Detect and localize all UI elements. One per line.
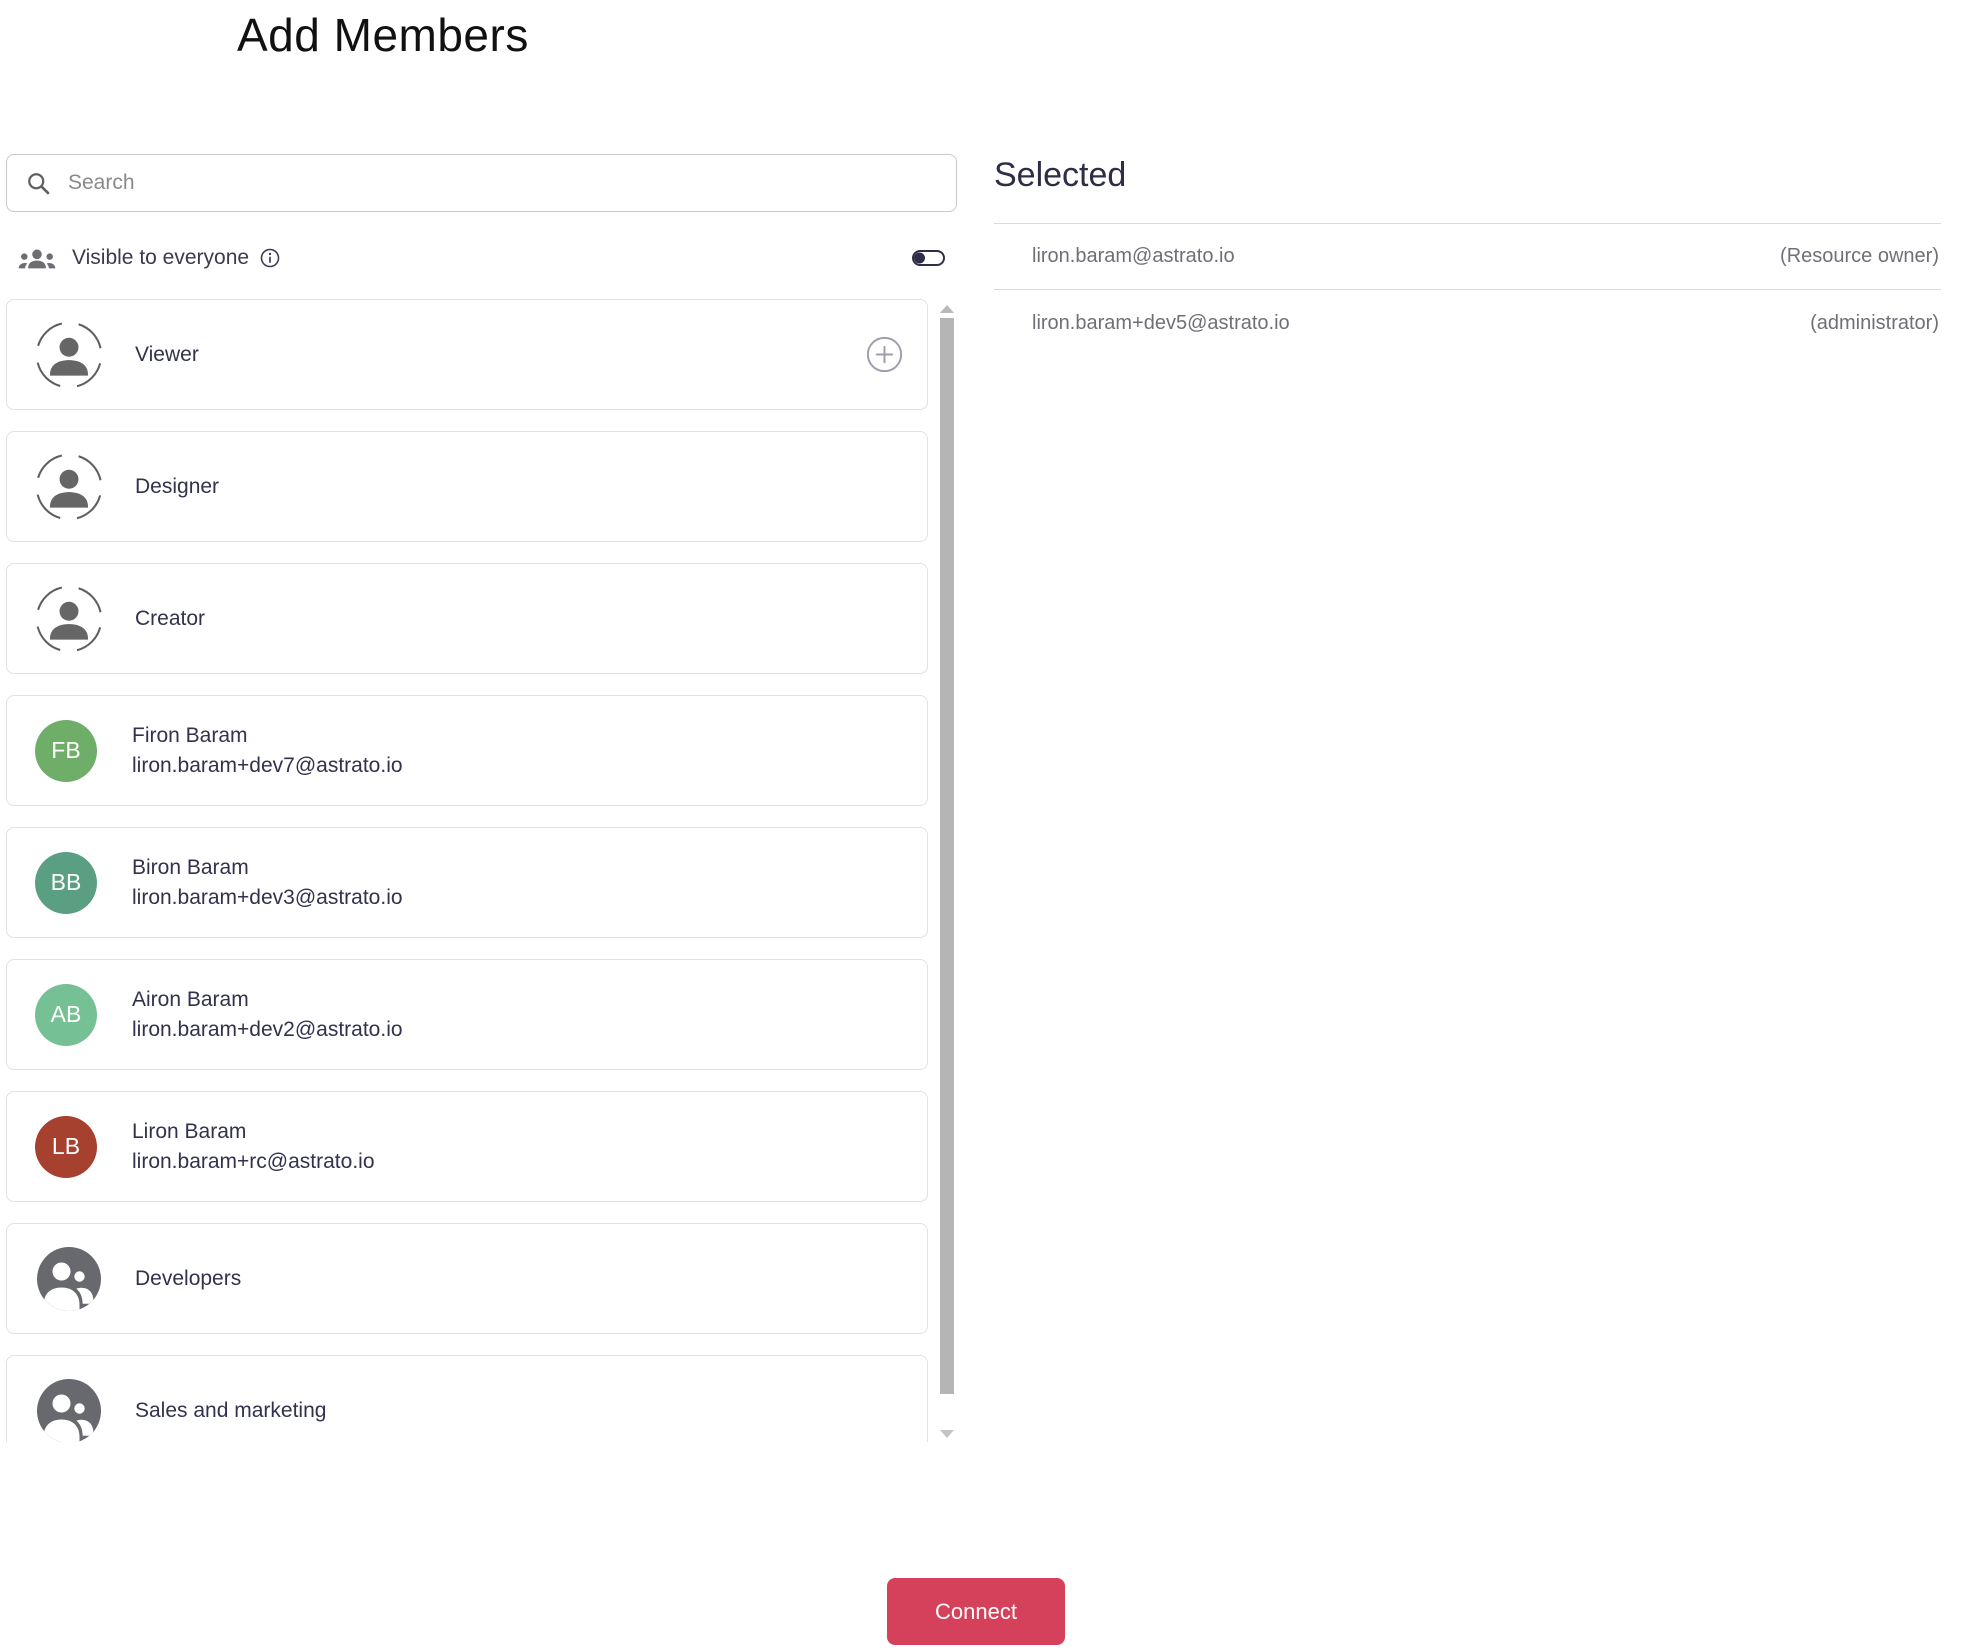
user-name: Airon Baram xyxy=(132,987,249,1011)
selected-panel: Selected liron.baram@astrato.io (Resourc… xyxy=(994,154,1941,356)
role-label: Designer xyxy=(135,474,220,498)
people-icon xyxy=(18,249,56,268)
selected-list: liron.baram@astrato.io (Resource owner) … xyxy=(994,223,1941,356)
avatar-initials: AB xyxy=(50,1001,82,1027)
scroll-up-arrow[interactable] xyxy=(940,305,954,313)
info-icon[interactable] xyxy=(259,247,281,269)
group-icon xyxy=(35,1246,103,1311)
list-item-user[interactable]: AB Airon Baram liron.baram+dev2@astrato.… xyxy=(6,959,928,1070)
list-scrollbar[interactable] xyxy=(940,299,954,1442)
avatar-initials: LB xyxy=(51,1133,81,1159)
list-item-group[interactable]: Sales and marketing xyxy=(6,1355,928,1442)
list-item-role-designer[interactable]: Designer xyxy=(6,431,928,542)
scrollbar-thumb[interactable] xyxy=(940,318,954,1394)
toggle-knob xyxy=(914,252,925,264)
avatar: BB xyxy=(35,851,97,914)
user-name: Biron Baram xyxy=(132,855,249,879)
connect-button[interactable]: Connect xyxy=(887,1578,1065,1645)
selected-row[interactable]: liron.baram@astrato.io (Resource owner) xyxy=(994,224,1941,290)
list-item-user[interactable]: BB Biron Baram liron.baram+dev3@astrato.… xyxy=(6,827,928,938)
user-name: Liron Baram xyxy=(132,1119,247,1143)
selected-email: liron.baram@astrato.io xyxy=(1032,245,1235,267)
visibility-toggle[interactable] xyxy=(912,250,945,266)
person-dashed-icon xyxy=(35,321,103,389)
search-input[interactable] xyxy=(68,171,938,195)
role-label: Viewer xyxy=(135,342,199,366)
page-title: Add Members xyxy=(237,9,529,61)
visibility-label: Visible to everyone xyxy=(72,246,250,269)
user-email: liron.baram+dev3@astrato.io xyxy=(132,885,403,909)
avatar: AB xyxy=(35,983,97,1046)
visibility-row: Visible to everyone xyxy=(6,244,957,272)
list-item-role-creator[interactable]: Creator xyxy=(6,563,928,674)
selected-row[interactable]: liron.baram+dev5@astrato.io (administrat… xyxy=(994,290,1941,356)
selected-role: (administrator) xyxy=(1810,311,1939,334)
selected-role: (Resource owner) xyxy=(1780,245,1939,267)
add-icon[interactable] xyxy=(866,336,903,373)
scroll-down-arrow[interactable] xyxy=(940,1430,954,1438)
user-name: Firon Baram xyxy=(132,723,248,747)
person-dashed-icon xyxy=(35,585,103,653)
avatar: LB xyxy=(35,1115,97,1178)
person-dashed-icon xyxy=(35,453,103,521)
list-item-user[interactable]: FB Firon Baram liron.baram+dev7@astrato.… xyxy=(6,695,928,806)
members-picker-panel: Visible to everyone Viewer xyxy=(6,154,957,1442)
group-label: Developers xyxy=(135,1266,242,1290)
avatar: FB xyxy=(35,719,97,782)
group-label: Sales and marketing xyxy=(135,1398,327,1422)
members-list: Viewer Designer Creator FB Firon Baram l… xyxy=(6,299,957,1442)
list-item-group[interactable]: Developers xyxy=(6,1223,928,1334)
avatar-initials: BB xyxy=(50,869,82,895)
user-email: liron.baram+dev2@astrato.io xyxy=(132,1017,403,1041)
role-label: Creator xyxy=(135,606,206,630)
search-box[interactable] xyxy=(6,154,957,212)
selected-email: liron.baram+dev5@astrato.io xyxy=(1032,311,1290,334)
group-icon xyxy=(35,1378,103,1442)
selected-heading: Selected xyxy=(994,156,1127,194)
user-email: liron.baram+dev7@astrato.io xyxy=(132,753,403,777)
user-email: liron.baram+rc@astrato.io xyxy=(132,1149,375,1173)
avatar-initials: FB xyxy=(51,737,81,763)
list-item-role-viewer[interactable]: Viewer xyxy=(6,299,928,410)
list-item-user[interactable]: LB Liron Baram liron.baram+rc@astrato.io xyxy=(6,1091,928,1202)
search-icon xyxy=(28,172,50,194)
